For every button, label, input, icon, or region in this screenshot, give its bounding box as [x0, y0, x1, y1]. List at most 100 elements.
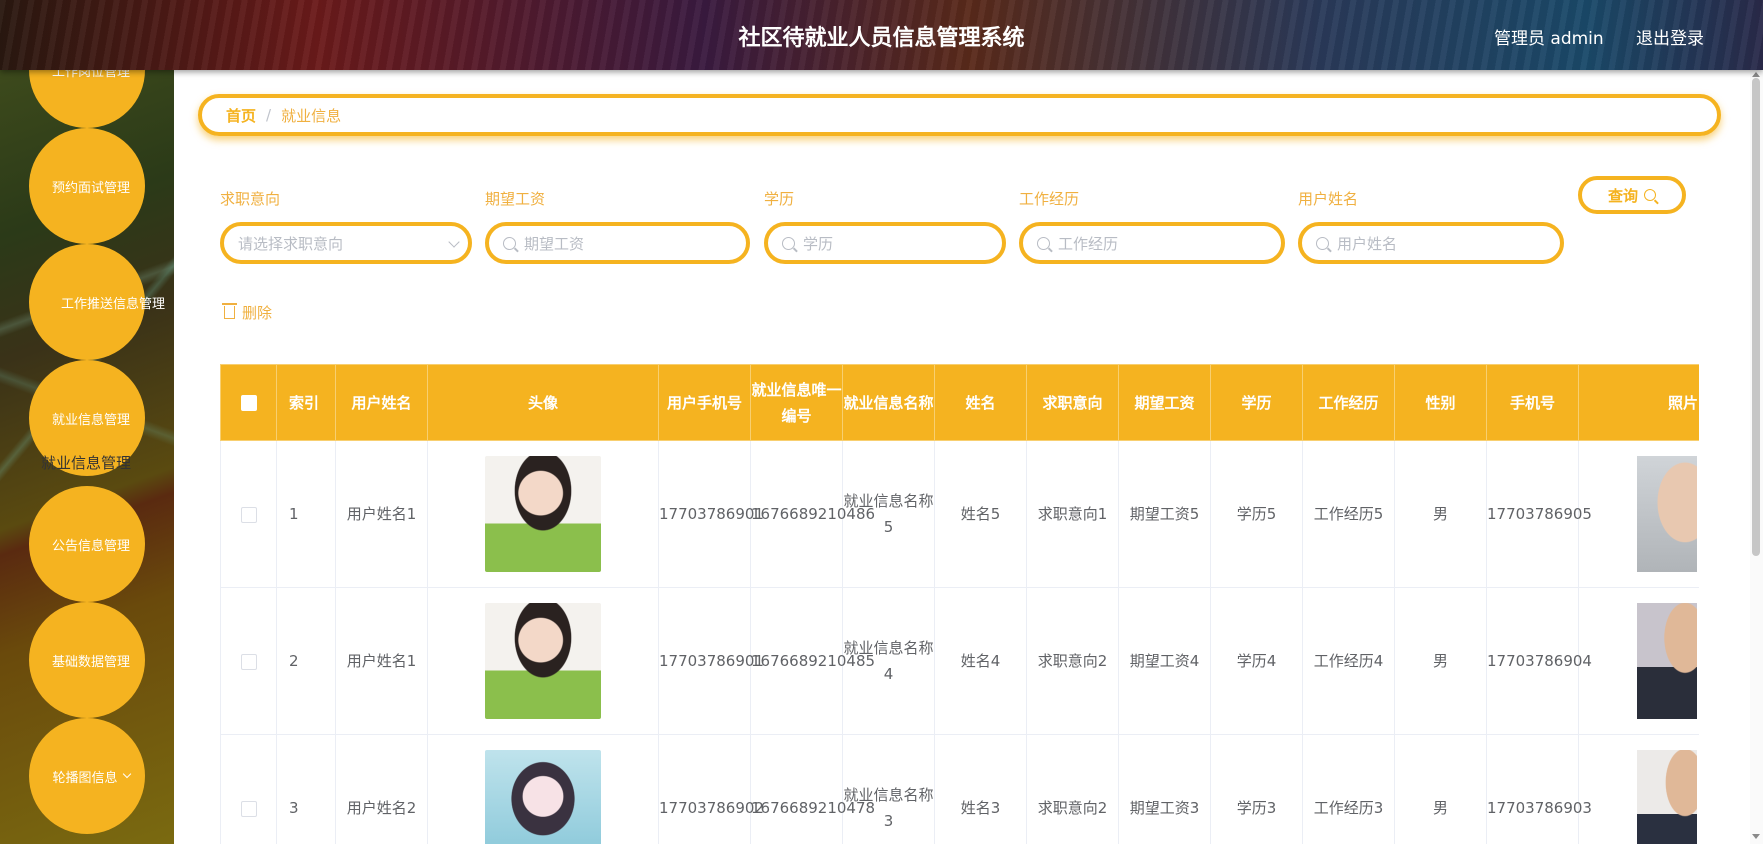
cell-name: 姓名5	[934, 440, 1027, 588]
column-header: 求职意向	[1026, 364, 1119, 441]
cell-experience: 工作经历4	[1302, 587, 1395, 735]
logout-button[interactable]: 退出登录	[1636, 24, 1704, 49]
column-header: 学历	[1210, 364, 1303, 441]
column-header: 照片	[1578, 364, 1699, 441]
cell-avatar	[427, 734, 659, 844]
cell-phone: 17703786905	[1486, 440, 1592, 588]
breadcrumb-separator: /	[266, 106, 272, 124]
column-header: 期望工资	[1118, 364, 1211, 441]
query-button-label: 查询	[1607, 186, 1638, 205]
column-header: 头像	[427, 364, 659, 441]
cell-username: 用户姓名1	[335, 587, 428, 735]
cell-code: 1676689210486	[750, 440, 875, 588]
photo[interactable]	[1637, 750, 1697, 844]
avatar[interactable]	[485, 603, 601, 719]
sidebar-item-label: 公告信息管理	[51, 538, 130, 554]
cell-name: 姓名3	[934, 734, 1027, 844]
cell-photo	[1578, 440, 1699, 588]
username-label: 用户姓名	[1298, 190, 1359, 208]
table-row: 1 用户姓名1 17703786901 1676689210486 就业信息名称…	[220, 440, 1699, 588]
sidebar-item-carousel[interactable]: 轮播图信息	[29, 718, 145, 834]
row-checkbox[interactable]	[240, 506, 257, 523]
column-header: 用户手机号	[658, 364, 751, 441]
select-all-checkbox[interactable]	[240, 395, 257, 411]
delete-button[interactable]: 删除	[222, 302, 273, 323]
cell-gender: 男	[1394, 734, 1487, 844]
cell-username: 用户姓名1	[335, 440, 428, 588]
cell-user-phone: 17703786902	[658, 734, 764, 844]
education-input[interactable]: 学历	[764, 222, 1006, 264]
employment-table: 索引 用户姓名 头像 用户手机号 就业信息唯一编号 就业信息名称 姓名 求职意向…	[220, 364, 1699, 844]
query-button[interactable]: 查询	[1578, 176, 1686, 214]
sidebar-item-interviews[interactable]: 预约面试管理	[29, 128, 145, 244]
username-input[interactable]: 用户姓名	[1298, 222, 1564, 264]
cell-salary: 期望工资4	[1118, 587, 1211, 735]
cell-intent: 求职意向2	[1026, 734, 1119, 844]
trash-icon	[222, 303, 237, 319]
salary-input[interactable]: 期望工资	[485, 222, 750, 264]
cell-photo	[1578, 734, 1699, 844]
row-select-cell	[220, 587, 277, 735]
search-icon	[782, 236, 795, 250]
cell-index: 2	[276, 587, 336, 735]
cell-education: 学历4	[1210, 587, 1303, 735]
experience-input[interactable]: 工作经历	[1019, 222, 1285, 264]
cell-user-phone: 17703786901	[658, 440, 764, 588]
cell-salary: 期望工资3	[1118, 734, 1211, 844]
column-header: 就业信息唯一编号	[750, 364, 843, 441]
column-header: 索引	[276, 364, 336, 441]
chevron-down-icon	[448, 236, 460, 248]
sidebar-item-job-push[interactable]: 工作推送信息管理	[29, 244, 165, 360]
cell-phone: 17703786904	[1486, 587, 1592, 735]
table-row: 2 用户姓名1 17703786901 1676689210485 就业信息名称…	[220, 587, 1699, 735]
education-label: 学历	[764, 190, 795, 208]
photo[interactable]	[1637, 456, 1697, 572]
education-placeholder: 学历	[803, 234, 834, 253]
avatar[interactable]	[485, 456, 601, 572]
chevron-down-icon	[122, 769, 131, 779]
cell-experience: 工作经历3	[1302, 734, 1395, 844]
job-intent-select[interactable]: 请选择求职意向	[220, 222, 472, 264]
scrollbar-thumb[interactable]	[1752, 78, 1760, 556]
sidebar-item-notices[interactable]: 公告信息管理	[29, 486, 145, 602]
salary-label: 期望工资	[485, 190, 546, 208]
row-checkbox[interactable]	[240, 653, 257, 670]
sidebar-item-base-data[interactable]: 基础数据管理	[29, 602, 145, 718]
table-header-row: 索引 用户姓名 头像 用户手机号 就业信息唯一编号 就业信息名称 姓名 求职意向…	[220, 364, 1699, 441]
experience-label: 工作经历	[1019, 190, 1080, 208]
row-checkbox[interactable]	[240, 800, 257, 817]
table-row: 3 用户姓名2 17703786902 1676689210478 就业信息名称…	[220, 734, 1699, 844]
photo[interactable]	[1637, 603, 1697, 719]
cell-index: 1	[276, 440, 336, 588]
cell-photo	[1578, 587, 1699, 735]
avatar[interactable]	[485, 750, 601, 844]
main-content: 首页 / 就业信息 求职意向 请选择求职意向 期望工资 期望工资 学历 学历 工…	[174, 70, 1763, 844]
column-header: 工作经历	[1302, 364, 1395, 441]
cell-code: 1676689210485	[750, 587, 875, 735]
cell-code: 1676689210478	[750, 734, 875, 844]
breadcrumb-current: 就业信息	[281, 106, 342, 125]
sidebar-item-label: 就业信息管理	[51, 412, 130, 428]
search-icon	[1644, 189, 1656, 201]
cell-gender: 男	[1394, 587, 1487, 735]
job-intent-placeholder: 请选择求职意向	[238, 234, 344, 253]
cell-user-phone: 17703786901	[658, 587, 764, 735]
cell-username: 用户姓名2	[335, 734, 428, 844]
scroll-down-arrow-icon[interactable]	[1752, 834, 1760, 839]
column-header: 性别	[1394, 364, 1487, 441]
sidebar-item-label: 基础数据管理	[51, 654, 130, 670]
cell-intent: 求职意向1	[1026, 440, 1119, 588]
sidebar-item-job-posts[interactable]: 工作岗位管理	[29, 70, 145, 128]
username-placeholder: 用户姓名	[1337, 234, 1398, 253]
job-intent-label: 求职意向	[220, 190, 281, 208]
scroll-up-arrow-icon[interactable]	[1752, 72, 1760, 77]
column-header: 手机号	[1486, 364, 1579, 441]
sidebar-item-label: 工作推送信息管理	[61, 296, 166, 312]
delete-button-label: 删除	[242, 304, 273, 322]
current-user: 管理员 admin	[1494, 29, 1604, 49]
sidebar-item-label: 预约面试管理	[51, 180, 130, 196]
salary-placeholder: 期望工资	[524, 234, 585, 253]
cell-avatar	[427, 587, 659, 735]
cell-experience: 工作经历5	[1302, 440, 1395, 588]
breadcrumb-home[interactable]: 首页	[226, 105, 256, 126]
